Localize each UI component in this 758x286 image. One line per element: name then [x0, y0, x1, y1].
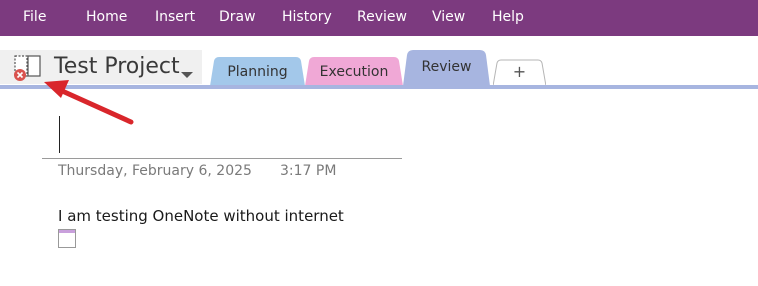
tab-planning[interactable]: Planning [210, 56, 305, 86]
add-section-button[interactable]: + [493, 59, 546, 86]
tab-execution[interactable]: Execution [305, 56, 403, 86]
menu-insert[interactable]: Insert [155, 9, 195, 25]
tab-execution-label: Execution [319, 64, 389, 80]
menu-draw[interactable]: Draw [219, 9, 256, 25]
section-color-bar [0, 85, 758, 89]
title-divider [42, 158, 402, 159]
note-container-handle-icon[interactable] [58, 229, 76, 248]
menu-file[interactable]: File [23, 9, 46, 25]
page-title-input[interactable] [59, 116, 60, 153]
menu-review[interactable]: Review [357, 9, 407, 25]
menu-view[interactable]: View [432, 9, 465, 25]
page-date: Thursday, February 6, 2025 [58, 163, 252, 179]
tab-review[interactable]: Review [403, 49, 490, 86]
chevron-down-icon[interactable] [180, 64, 194, 78]
page-time: 3:17 PM [280, 163, 337, 179]
notebook-title[interactable]: Test Project [54, 54, 180, 80]
menu-bar: File Home Insert Draw History Review Vie… [0, 0, 758, 36]
menu-home[interactable]: Home [86, 9, 127, 25]
tab-planning-label: Planning [227, 64, 288, 80]
note-text[interactable]: I am testing OneNote without internet [58, 207, 344, 225]
annotation-arrow [44, 80, 134, 125]
tab-review-label: Review [421, 59, 472, 75]
notebook-sync-error-icon[interactable] [13, 55, 43, 85]
menu-history[interactable]: History [282, 9, 332, 25]
plus-icon: + [512, 62, 527, 81]
menu-help[interactable]: Help [492, 9, 524, 25]
